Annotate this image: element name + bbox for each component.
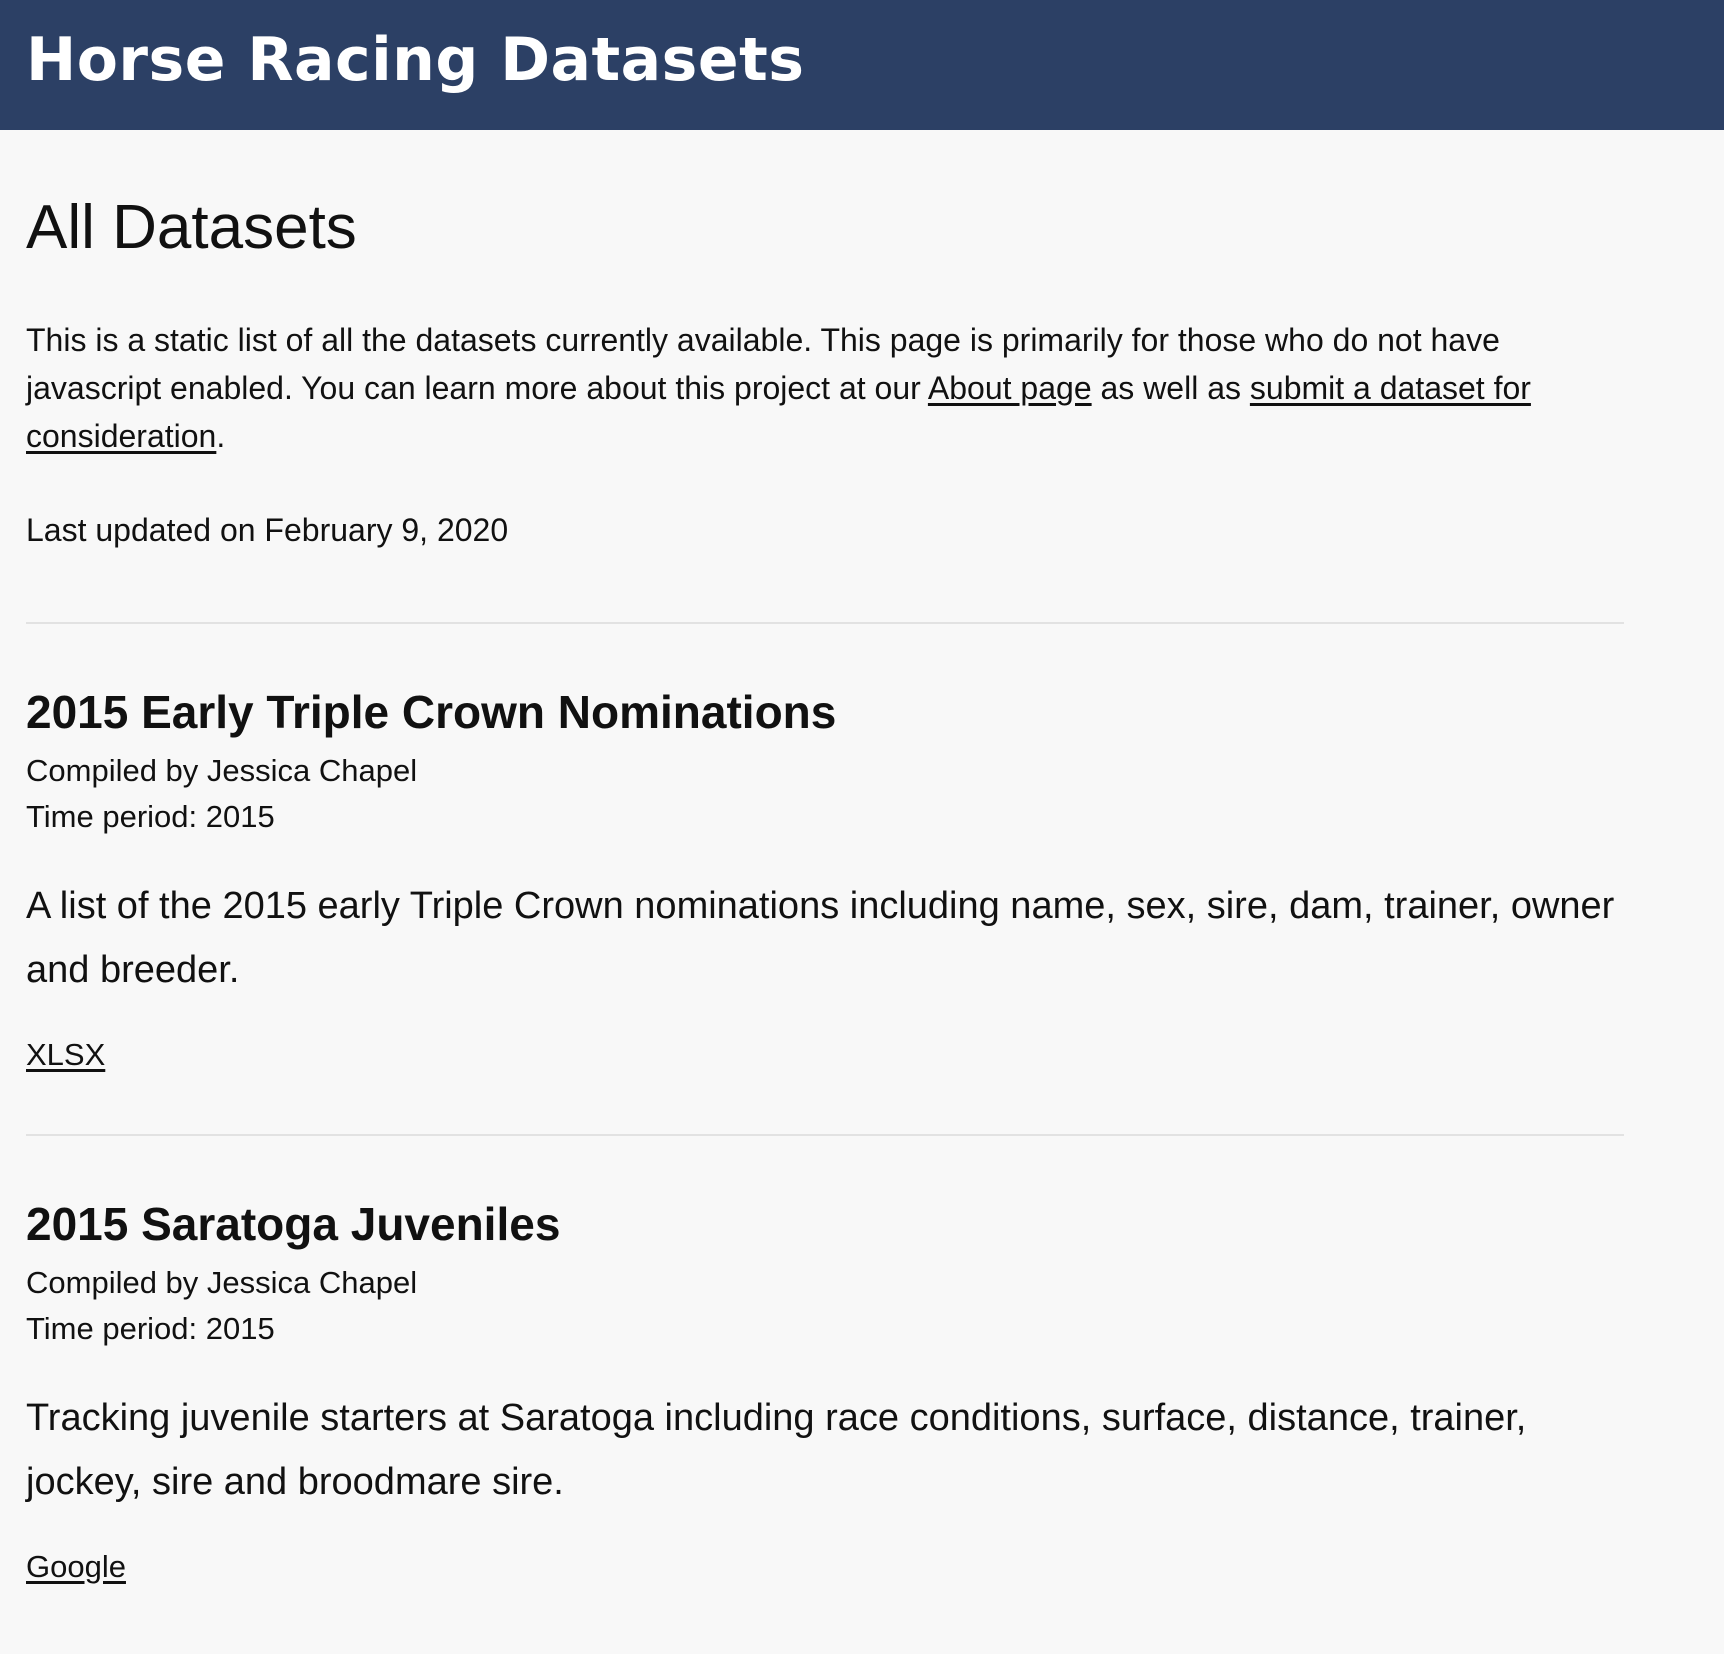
dataset-title: 2015 Saratoga Juveniles [26, 1198, 561, 1250]
main-content: All Datasets This is a static list of al… [0, 190, 1724, 1590]
dataset-time-period: Time period: 2015 [26, 799, 275, 834]
about-page-link[interactable]: About page [928, 370, 1092, 406]
google-sheet-link[interactable]: Google [26, 1549, 126, 1584]
dataset-description: Tracking juvenile starters at Saratoga i… [26, 1397, 1527, 1503]
dataset-item: 2015 Saratoga Juveniles Compiled by Jess… [26, 1136, 1698, 1590]
page-title: All Datasets [26, 193, 357, 262]
intro-paragraph: This is a static list of all the dataset… [26, 316, 1626, 460]
intro-text: . [216, 418, 226, 454]
dataset-title: 2015 Early Triple Crown Nominations [26, 686, 837, 738]
dataset-item: 2015 Early Triple Crown Nominations Comp… [26, 624, 1698, 1078]
dataset-time-period: Time period: 2015 [26, 1311, 275, 1346]
intro-text: as well as [1091, 370, 1250, 406]
dataset-compiler: Compiled by Jessica Chapel [26, 753, 418, 788]
site-header: Horse Racing Datasets [0, 0, 1724, 130]
xlsx-download-link[interactable]: XLSX [26, 1037, 105, 1072]
dataset-links: XLSX [26, 1032, 1698, 1078]
dataset-compiler: Compiled by Jessica Chapel [26, 1265, 418, 1300]
last-updated: Last updated on February 9, 2020 [26, 512, 509, 548]
dataset-links: Google [26, 1544, 1698, 1590]
site-title[interactable]: Horse Racing Datasets [26, 22, 1698, 98]
dataset-description: A list of the 2015 early Triple Crown no… [26, 885, 1615, 991]
